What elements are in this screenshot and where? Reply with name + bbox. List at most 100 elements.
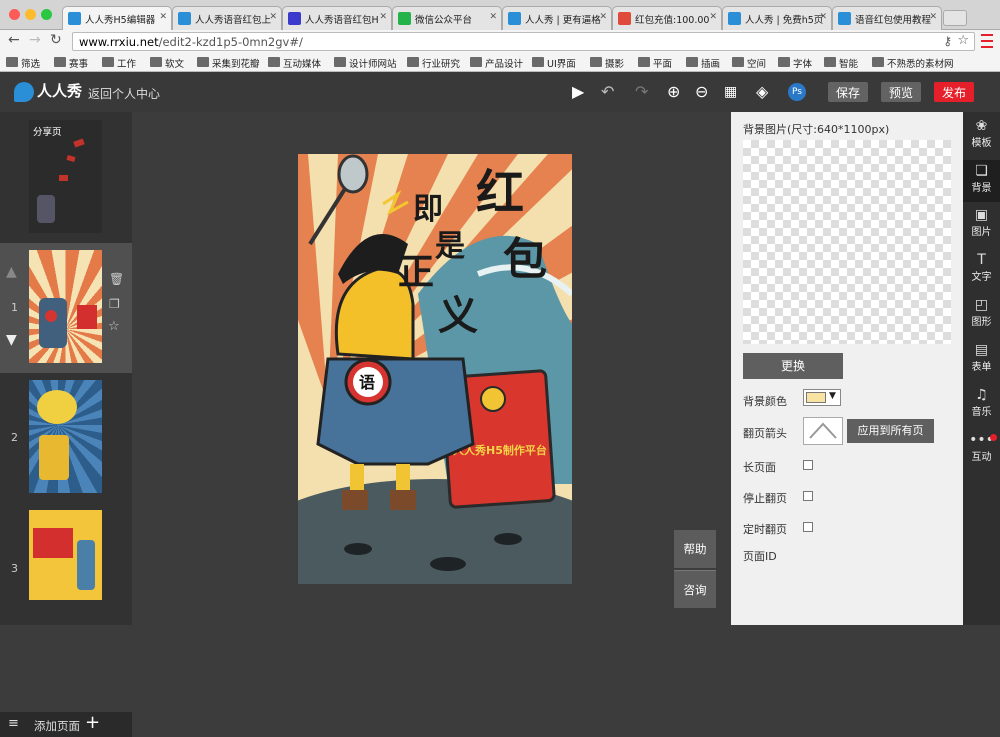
background-tool[interactable]: ❏ 背景: [963, 160, 1000, 202]
menu-icon[interactable]: [981, 34, 993, 48]
bookmark-folder[interactable]: 软文: [148, 56, 184, 70]
palette-icon: ❀: [975, 118, 988, 134]
bookmark-folder[interactable]: 采集到花瓣: [195, 56, 260, 70]
bookmark-folder[interactable]: 设计师网站: [332, 56, 397, 70]
photoshop-icon[interactable]: Ps: [788, 83, 806, 101]
star-bookmark-icon[interactable]: ☆: [957, 33, 969, 48]
back-to-profile-link[interactable]: 返回个人中心: [88, 85, 160, 102]
timed-flip-checkbox[interactable]: [803, 522, 813, 532]
character-boot: [342, 490, 368, 510]
publish-button[interactable]: 发布: [934, 82, 975, 102]
bookmark-folder[interactable]: 智能: [822, 56, 858, 70]
bookmark-folder[interactable]: 插画: [684, 56, 720, 70]
text-tool[interactable]: T 文字: [963, 252, 1000, 292]
long-page-checkbox[interactable]: [803, 460, 813, 470]
page-canvas[interactable]: 人人秀H5制作平台 语 红 包 即 是 正 义: [298, 154, 572, 584]
page-number: 3: [11, 562, 18, 575]
menu-list-icon[interactable]: ≡: [8, 716, 19, 731]
tab-favicon: [288, 12, 301, 25]
page-thumbnail[interactable]: [29, 380, 102, 493]
browser-tab[interactable]: 人人秀语音红包H ✕: [282, 6, 392, 30]
move-down-icon[interactable]: ▼: [6, 332, 17, 348]
shape-tool[interactable]: ◰ 图形: [963, 297, 1000, 337]
layers-icon[interactable]: ◈: [756, 82, 768, 102]
reload-icon[interactable]: ↻: [50, 32, 62, 48]
bookmark-folder[interactable]: 行业研究: [405, 56, 460, 70]
browser-tab[interactable]: 人人秀H5编辑器 ✕: [62, 6, 172, 30]
new-tab-button[interactable]: [943, 10, 967, 26]
page-thumbnail[interactable]: [29, 250, 102, 363]
envelope-seal: [480, 386, 506, 412]
close-tab-icon[interactable]: ✕: [709, 12, 717, 22]
close-tab-icon[interactable]: ✕: [269, 12, 277, 22]
browser-tab[interactable]: 红包充值:100.00 ✕: [612, 6, 722, 30]
delete-page-icon[interactable]: 🗑: [109, 272, 124, 286]
bookmark-folder[interactable]: 字体: [776, 56, 812, 70]
add-page-label[interactable]: 添加页面: [34, 718, 80, 734]
character-figure: [77, 540, 95, 590]
share-page-thumbnail[interactable]: 分享页: [29, 120, 102, 233]
play-icon[interactable]: ▶: [572, 82, 584, 102]
zoom-out-icon[interactable]: ⊖: [695, 82, 708, 102]
favorite-page-icon[interactable]: ☆: [108, 319, 120, 334]
flip-arrow-preview[interactable]: [803, 417, 843, 445]
close-tab-icon[interactable]: ✕: [599, 12, 607, 22]
key-icon[interactable]: ⚷: [943, 34, 952, 48]
image-tool[interactable]: ▣ 图片: [963, 207, 1000, 247]
bookmark-folder[interactable]: 产品设计: [468, 56, 523, 70]
bookmark-folder[interactable]: 平面: [636, 56, 672, 70]
preview-button[interactable]: 预览: [881, 82, 922, 102]
browser-tab[interactable]: 人人秀语音红包上 ✕: [172, 6, 282, 30]
apply-all-button[interactable]: 应用到所有页: [847, 419, 934, 443]
add-page-icon[interactable]: +: [85, 712, 100, 733]
minimize-window-icon[interactable]: [25, 9, 36, 20]
hole-shape: [494, 533, 522, 545]
bg-image-preview[interactable]: [743, 140, 951, 344]
grid-icon[interactable]: ▦: [724, 82, 737, 102]
page-thumbnail[interactable]: [29, 510, 102, 600]
close-tab-icon[interactable]: ✕: [929, 12, 937, 22]
editor-canvas-area: 人人秀H5制作平台 语 红 包 即 是 正 义 帮助 咨询: [132, 112, 731, 625]
bookmark-folder[interactable]: 赛事: [52, 56, 88, 70]
consult-button[interactable]: 咨询: [674, 570, 716, 608]
url-field[interactable]: www.rrxiu.net/edit2-kzd1p5-0mn2gv#/ ⚷ ☆: [72, 32, 975, 51]
forward-arrow-icon[interactable]: →: [29, 32, 41, 48]
form-tool[interactable]: ▤ 表单: [963, 342, 1000, 382]
redo-icon[interactable]: ↷: [635, 82, 648, 102]
bookmark-folder[interactable]: 空间: [730, 56, 766, 70]
stop-flip-checkbox[interactable]: [803, 491, 813, 501]
close-tab-icon[interactable]: ✕: [819, 12, 827, 22]
zoom-in-icon[interactable]: ⊕: [667, 82, 680, 102]
maximize-window-icon[interactable]: [41, 9, 52, 20]
interact-tool[interactable]: ••• 互动: [963, 432, 1000, 472]
app-logo[interactable]: 人人秀: [14, 80, 82, 102]
move-up-icon[interactable]: ▲: [6, 264, 17, 280]
browser-tab[interactable]: 人人秀 | 免费h5页 ✕: [722, 6, 832, 30]
tool-label: 背景: [971, 183, 992, 194]
browser-tab[interactable]: 语音红包使用教程 ✕: [832, 6, 942, 30]
copy-page-icon[interactable]: ❐: [109, 297, 120, 311]
bookmark-folder[interactable]: 工作: [100, 56, 136, 70]
tab-favicon: [508, 12, 521, 25]
close-tab-icon[interactable]: ✕: [489, 12, 497, 22]
bookmark-folder[interactable]: 筛选: [4, 56, 40, 70]
save-button[interactable]: 保存: [828, 82, 869, 102]
bg-color-picker[interactable]: ▼: [803, 389, 841, 406]
background-icon: ❏: [975, 163, 988, 179]
browser-tab[interactable]: 人人秀 | 更有逼格 ✕: [502, 6, 612, 30]
bookmark-folder[interactable]: 摄影: [588, 56, 624, 70]
title-char: 是: [435, 229, 465, 264]
template-tool[interactable]: ❀ 模板: [963, 118, 1000, 158]
close-window-icon[interactable]: [9, 9, 20, 20]
undo-icon[interactable]: ↶: [601, 82, 614, 102]
help-button[interactable]: 帮助: [674, 530, 716, 568]
bookmark-folder[interactable]: 互动媒体: [266, 56, 321, 70]
close-tab-icon[interactable]: ✕: [379, 12, 387, 22]
browser-tab[interactable]: 微信公众平台 ✕: [392, 6, 502, 30]
bookmark-folder[interactable]: 不熟悉的素材网: [870, 56, 954, 70]
bookmark-folder[interactable]: UI界面: [530, 56, 576, 70]
music-tool[interactable]: ♫ 音乐: [963, 387, 1000, 427]
replace-button[interactable]: 更换: [743, 353, 843, 379]
back-arrow-icon[interactable]: ←: [8, 32, 20, 48]
close-tab-icon[interactable]: ✕: [159, 12, 167, 22]
